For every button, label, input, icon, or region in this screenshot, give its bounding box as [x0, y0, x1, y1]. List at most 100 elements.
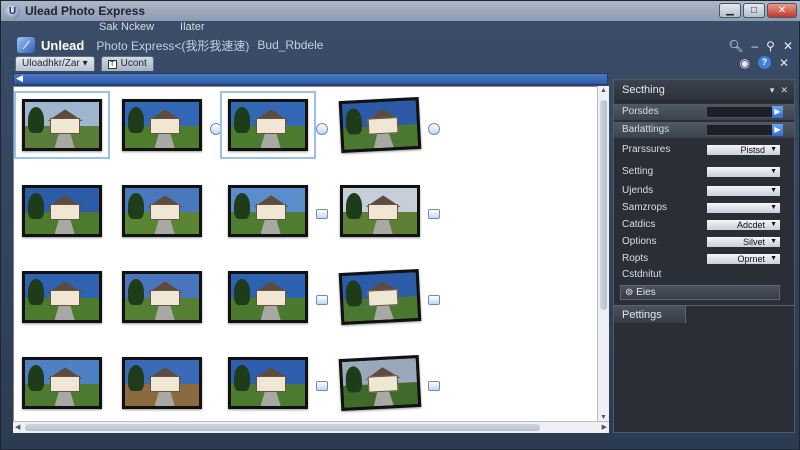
link-icon[interactable]	[428, 123, 440, 135]
vertical-scrollbar[interactable]: ▲ ▼	[597, 86, 609, 422]
photo-thumbnail[interactable]	[338, 268, 422, 326]
panel-dropdown[interactable]: ▼	[706, 202, 781, 214]
photo-thumbnail[interactable]	[228, 271, 308, 323]
photo-thumbnail[interactable]	[338, 354, 422, 412]
house-photo	[341, 272, 419, 322]
scroll-right-icon[interactable]: ▶	[602, 423, 607, 431]
chevron-down-icon: ▼	[770, 187, 777, 194]
panel-row: Prarssures Pistsd ▼	[614, 142, 794, 158]
menu-bar: Sak Nckew Ilater	[1, 21, 800, 35]
photo-thumbnail[interactable]	[338, 96, 422, 154]
photo-thumbnail[interactable]	[122, 357, 202, 409]
tab-loader[interactable]: Uloadhkr/Zar ▾	[15, 56, 95, 71]
house-photo	[341, 358, 419, 408]
search-label: Eies	[636, 287, 656, 298]
photo-thumbnail[interactable]	[22, 357, 102, 409]
panel-row-label: Options	[622, 236, 657, 247]
house-photo	[25, 274, 99, 320]
photo-thumbnail[interactable]	[228, 357, 308, 409]
document-icon: T	[107, 59, 117, 69]
settings-panel: Secthing ▾ ✕ Porsdes ▶ Barlattings ▶ Prarssu…	[613, 79, 795, 433]
expand-arrow-icon[interactable]: ▶	[772, 106, 783, 118]
panel-row-label: Barlattings	[622, 124, 670, 135]
house-photo	[25, 360, 99, 406]
pin-icon[interactable]: ⚲	[766, 39, 775, 53]
photo-thumbnail[interactable]	[340, 185, 420, 237]
brand-name: Unlead	[41, 37, 85, 53]
brand-logo-icon: ∕	[17, 37, 35, 53]
settings-icon[interactable]: ◉	[739, 56, 749, 70]
slider-track[interactable]	[706, 106, 774, 118]
search-field[interactable]: ⊚ Eies	[620, 285, 780, 300]
scroll-down-icon[interactable]: ▼	[600, 414, 607, 421]
panel-dropdown[interactable]: Adcdet ▼	[706, 219, 781, 231]
chevron-down-icon: ▼	[770, 168, 777, 175]
panel-row-label: Catdics	[622, 219, 656, 230]
magnifier-icon[interactable]: 🔍︎	[728, 39, 743, 53]
photo-thumbnail[interactable]	[22, 271, 102, 323]
scroll-up-icon[interactable]: ▲	[600, 87, 607, 94]
link-icon[interactable]	[210, 123, 222, 135]
house-photo	[25, 102, 99, 148]
dropdown-value: Silvet	[742, 237, 765, 247]
house-photo	[231, 360, 305, 406]
photo-thumbnail[interactable]	[122, 185, 202, 237]
close-icon[interactable]: ✕	[779, 56, 789, 70]
scrollbar-thumb[interactable]	[600, 100, 607, 310]
menu-item[interactable]: Sak Nckew	[99, 21, 154, 35]
panel-dropdown[interactable]: ▼	[706, 166, 781, 178]
photo-thumbnail[interactable]	[122, 271, 202, 323]
help-icon[interactable]: ?	[757, 56, 771, 69]
panel-header-tools: ▾ ✕	[770, 80, 788, 100]
tab-content[interactable]: T Ucont	[100, 56, 154, 71]
slider-track[interactable]	[706, 124, 774, 136]
back-arrow-icon[interactable]: ◀	[16, 73, 23, 84]
photo-thumbnail[interactable]	[122, 99, 202, 151]
panel-row: Catdics Adcdet ▼	[614, 217, 794, 233]
panel-dropdown[interactable]: ▼	[706, 185, 781, 197]
navigation-strip[interactable]: ◀	[13, 73, 608, 85]
thumbnail-grid	[13, 86, 609, 433]
caption-icon[interactable]	[428, 209, 440, 219]
expand-arrow-icon[interactable]: ▶	[772, 124, 783, 136]
brand-bar: ∕ Unlead Photo Express<(我形我速速) Bud_Rbdel…	[1, 35, 800, 55]
dropdown-value: Pistsd	[740, 145, 765, 155]
panel-dropdown[interactable]: Silvet ▼	[706, 236, 781, 248]
house-photo	[231, 274, 305, 320]
house-photo	[125, 188, 199, 234]
photo-thumbnail[interactable]	[22, 185, 102, 237]
house-photo	[231, 188, 305, 234]
panel-dropdown[interactable]: Oprnet ▼	[706, 253, 781, 265]
close-button[interactable]: ✕	[767, 3, 797, 18]
caption-icon[interactable]	[316, 381, 328, 391]
dropdown-value: Oprnet	[737, 254, 765, 264]
scrollbar-thumb[interactable]	[25, 424, 540, 431]
chevron-down-icon: ▼	[770, 204, 777, 211]
caption-icon[interactable]	[316, 209, 328, 219]
caption-icon[interactable]	[316, 295, 328, 305]
minimize-button[interactable]: ▁	[719, 3, 741, 18]
panel-footer: Pettings	[614, 305, 794, 323]
minimize-panel-icon[interactable]: –	[751, 39, 758, 53]
close-icon[interactable]: ✕	[783, 39, 793, 53]
panel-dropdown[interactable]: Pistsd ▼	[706, 144, 781, 156]
house-photo	[343, 188, 417, 234]
panel-row: Ujends ▼	[614, 183, 794, 199]
photo-thumbnail[interactable]	[14, 91, 110, 159]
dropdown-value: Adcdet	[736, 220, 765, 230]
photo-thumbnail[interactable]	[228, 185, 308, 237]
caption-icon[interactable]	[428, 295, 440, 305]
dropdown-icon[interactable]: ▾	[770, 80, 775, 100]
caption-icon[interactable]	[428, 381, 440, 391]
photo-thumbnail[interactable]	[220, 91, 316, 159]
house-photo	[125, 274, 199, 320]
footer-label: Pettings	[622, 309, 662, 321]
scroll-left-icon[interactable]: ◀	[15, 423, 20, 431]
menu-item[interactable]: Ilater	[180, 21, 204, 35]
link-icon[interactable]	[316, 123, 328, 135]
panel-row: Ropts Oprnet ▼	[614, 251, 794, 267]
maximize-button[interactable]: □	[743, 3, 765, 18]
close-icon[interactable]: ✕	[780, 80, 788, 100]
panel-row: Setting ▼	[614, 164, 794, 180]
horizontal-scrollbar[interactable]: ◀ ▶	[13, 421, 609, 433]
